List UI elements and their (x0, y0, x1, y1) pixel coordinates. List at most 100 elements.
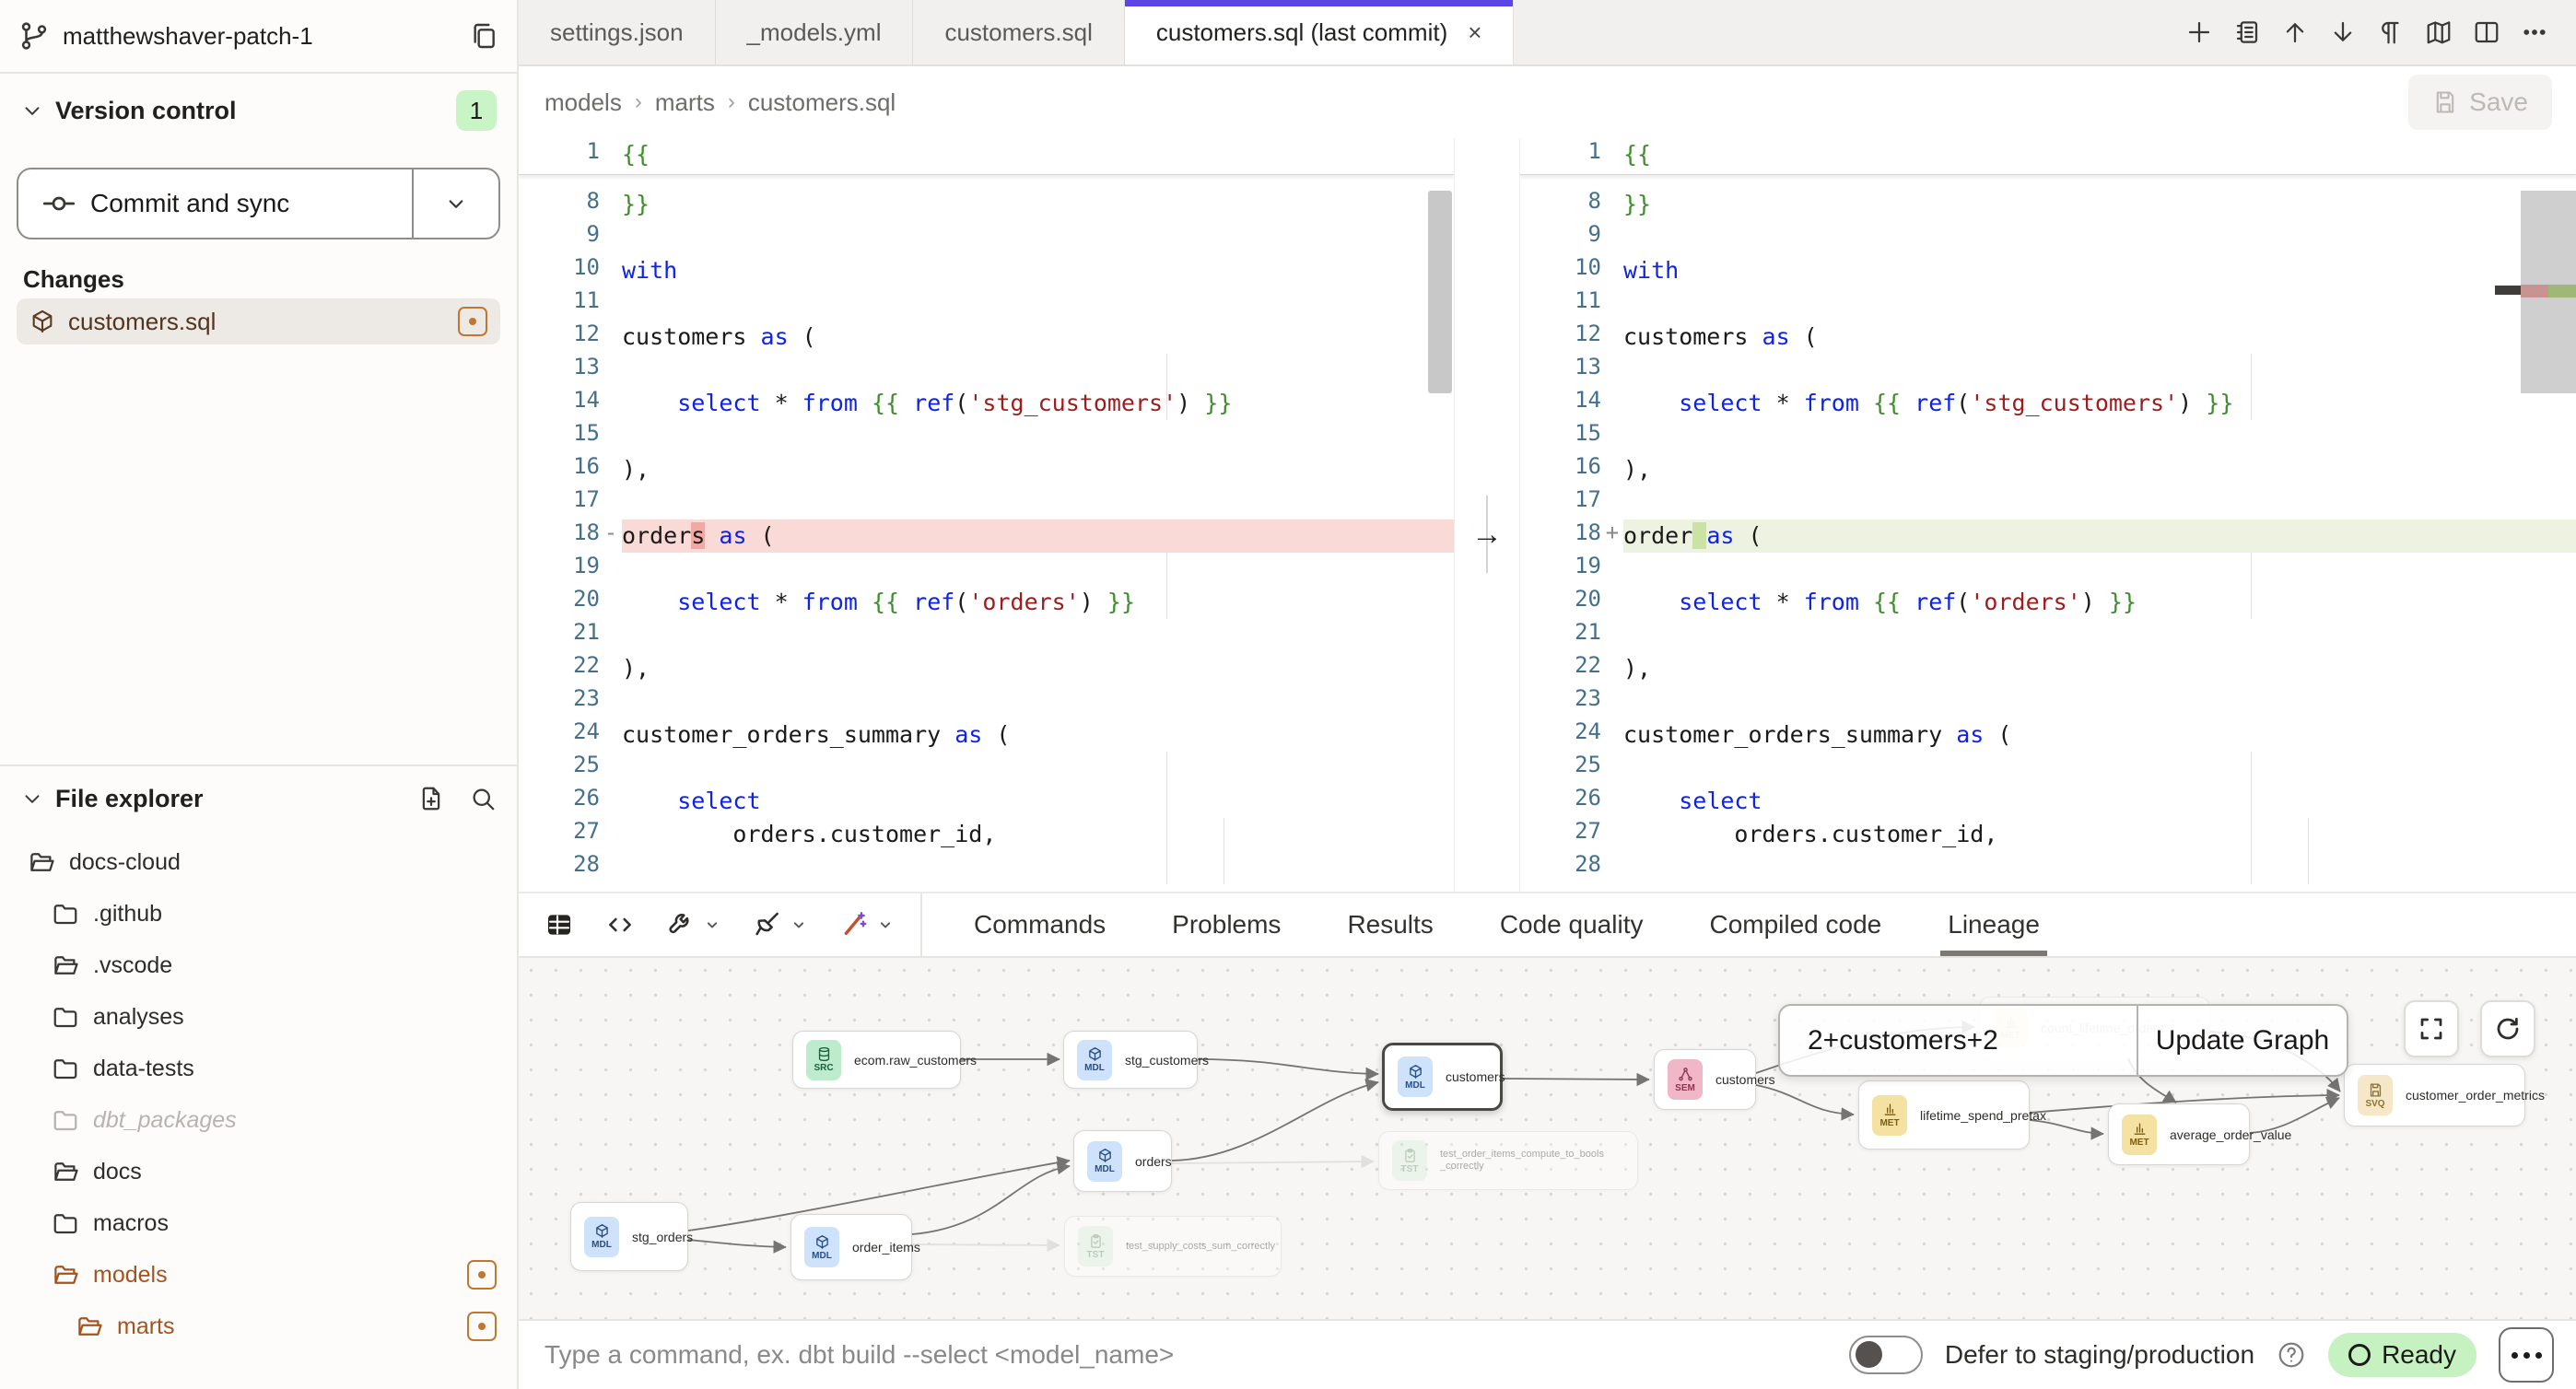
sidebar-item-models[interactable]: models (0, 1249, 517, 1301)
refresh-graph-button[interactable] (2480, 1000, 2535, 1057)
version-control-header[interactable]: Version control 1 (0, 81, 517, 140)
lineage-node-customers-model[interactable]: MDLcustomers (1382, 1043, 1503, 1111)
command-input[interactable]: Type a command, ex. dbt build --select <… (544, 1340, 1849, 1370)
panel-tab-problems[interactable]: Problems (1139, 893, 1314, 956)
chevron-down-icon[interactable] (790, 916, 808, 934)
sidebar: matthewshaver-patch-1 Version control 1 … (0, 0, 519, 1389)
results-table-button[interactable] (544, 910, 574, 940)
commit-options-caret[interactable] (412, 169, 498, 238)
code-button[interactable] (605, 910, 635, 940)
diff-pane-original[interactable]: 1 {{ 8}}910with1112customers as (1314 se… (519, 138, 1454, 892)
arrow-up-icon[interactable] (2281, 18, 2309, 46)
tabs: settings.json_models.ymlcustomers.sqlcus… (519, 0, 1514, 64)
met-node-icon: MET (2122, 1115, 2157, 1155)
code-line: 11 (519, 287, 1454, 321)
lineage-node-stg-orders[interactable]: MDLstg_orders (570, 1202, 688, 1271)
folder-name: .github (93, 901, 497, 928)
breadcrumb-item[interactable]: marts (655, 88, 715, 117)
folder-closed-icon (52, 900, 79, 928)
code-icon (605, 910, 635, 940)
panel-tab-results[interactable]: Results (1314, 893, 1466, 956)
lineage-node-customer-order-metrics[interactable]: SVQcustomer_order_metrics (2344, 1064, 2525, 1126)
changed-file-row[interactable]: customers.sql (17, 298, 500, 344)
plus-icon[interactable] (2185, 18, 2213, 46)
lineage-node-lifetime-spend-pretax[interactable]: METlifetime_spend_pretax (1858, 1080, 2030, 1150)
panel-tab-lineage[interactable]: Lineage (1914, 893, 2073, 956)
tab-customers-sql[interactable]: customers.sql (913, 0, 1124, 64)
sidebar-item-dbt-packages[interactable]: dbt_packages (0, 1094, 517, 1146)
chevron-down-icon[interactable] (876, 916, 895, 934)
sidebar-item-macros[interactable]: macros (0, 1197, 517, 1249)
diff-editor[interactable]: 1 {{ 8}}910with1112customers as (1314 se… (519, 138, 2576, 892)
toggle-knob (1856, 1341, 1882, 1368)
fullscreen-button[interactable] (2404, 1000, 2459, 1057)
lineage-edge-customers_semantic-to-lifetime_spend_pretax (1756, 1085, 1854, 1115)
tst-node-icon: TST (1078, 1226, 1113, 1266)
lineage-selector-input[interactable]: 2+customers+2 (1780, 1006, 2137, 1075)
lineage-node-stg-customers[interactable]: MDLstg_customers (1063, 1031, 1198, 1089)
sidebar-item-docs[interactable]: docs (0, 1146, 517, 1197)
lineage-node-customers-semantic[interactable]: SEMcustomers (1654, 1049, 1756, 1110)
more-options-button[interactable] (2499, 1327, 2554, 1383)
diff-pane-modified[interactable]: 1 {{ 8}}910with1112customers as (1314 se… (1520, 138, 2576, 892)
new-file-icon[interactable] (417, 785, 445, 812)
chevron-down-icon[interactable] (703, 916, 721, 934)
folder-closed-icon (52, 1106, 79, 1134)
map-icon[interactable] (2425, 18, 2453, 46)
code-line: 12customers as ( (1520, 321, 2576, 354)
arrow-down-icon[interactable] (2329, 18, 2357, 46)
format-broom-button[interactable] (753, 910, 808, 940)
close-tab-icon[interactable]: × (1468, 18, 1481, 47)
folder-open-icon (28, 848, 55, 876)
left-scrollbar-thumb[interactable] (1428, 191, 1452, 393)
node-title: customers (1446, 1069, 1505, 1084)
ai-fix-wand-button[interactable] (839, 910, 895, 940)
help-icon[interactable] (2277, 1340, 2306, 1370)
sticky-line-code: {{ (622, 138, 1454, 174)
search-icon[interactable] (469, 785, 497, 812)
lineage-node-average-order-value[interactable]: METaverage_order_value (2108, 1103, 2250, 1165)
lineage-node-ecom-raw-customers[interactable]: SRCecom.raw_customers (792, 1031, 961, 1089)
sidebar-item-data-tests[interactable]: data-tests (0, 1043, 517, 1094)
save-button[interactable]: Save (2408, 75, 2552, 130)
breadcrumb-item[interactable]: models (544, 88, 622, 117)
tab-customers-sql-last-commit-[interactable]: customers.sql (last commit)× (1125, 0, 1515, 64)
lineage-node-order-items[interactable]: MDLorder_items (790, 1214, 912, 1280)
sidebar-item-vscode[interactable]: .vscode (0, 940, 517, 991)
tab--models-yml[interactable]: _models.yml (716, 0, 914, 64)
sidebar-item-docs-cloud[interactable]: docs-cloud (0, 836, 517, 888)
breadcrumb-item[interactable]: customers.sql (748, 88, 896, 117)
lineage-edge-stg_customers-to-customers_model (1198, 1059, 1378, 1074)
copy-branch-icon[interactable] (469, 21, 498, 51)
sidebar-item-analyses[interactable]: analyses (0, 991, 517, 1043)
panel-tab-code-quality[interactable]: Code quality (1467, 893, 1677, 956)
lineage-node-test-order-items[interactable]: TSTtest_order_items_compute_to_bools _co… (1378, 1131, 1638, 1190)
mdl-node-icon: MDL (1087, 1141, 1122, 1182)
file-explorer-title: File explorer (55, 785, 417, 813)
more-icon[interactable] (2521, 18, 2548, 46)
tab-settings-json[interactable]: settings.json (519, 0, 716, 64)
file-explorer-header[interactable]: File explorer (0, 766, 517, 831)
sidebar-item-marts[interactable]: marts (0, 1301, 517, 1352)
lineage-edge-order_items-to-orders (912, 1166, 1070, 1234)
lineage-node-orders[interactable]: MDLorders (1073, 1130, 1172, 1192)
panel-tab-compiled-code[interactable]: Compiled code (1676, 893, 1914, 956)
build-wrench-button[interactable] (666, 910, 721, 940)
lineage-node-test-supply[interactable]: TSTtest_supply_costs_sum_correctly (1064, 1216, 1282, 1277)
update-graph-button[interactable]: Update Graph (2137, 1006, 2347, 1075)
code-line: 28 (519, 851, 1454, 884)
code-line: 10with (1520, 254, 2576, 287)
sidebar-item-github[interactable]: .github (0, 888, 517, 940)
revert-change-arrow-icon[interactable]: → (1454, 514, 1520, 554)
lineage-canvas[interactable]: SRCecom.raw_customers MDLstg_customers MDL… (519, 958, 2576, 1319)
pilcrow-icon[interactable] (2377, 18, 2405, 46)
split-view-icon[interactable] (2473, 18, 2500, 46)
panel-tab-commands[interactable]: Commands (941, 893, 1139, 956)
lineage-edge-orders-to-customers_model (1172, 1082, 1378, 1161)
commit-and-sync-button[interactable]: Commit and sync (17, 168, 500, 239)
defer-toggle[interactable] (1849, 1336, 1923, 1374)
lineage-edge-stg_orders-to-order_items (688, 1240, 786, 1247)
folder-name: docs-cloud (69, 849, 497, 876)
folder-open-icon (76, 1313, 103, 1340)
outline-icon[interactable] (2233, 18, 2261, 46)
